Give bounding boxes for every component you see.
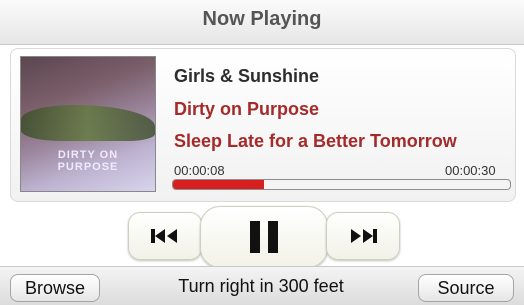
navigation-instruction: Turn right in 300 feet	[178, 276, 344, 296]
pause-icon	[250, 221, 278, 253]
next-track-icon	[351, 229, 377, 243]
browse-button[interactable]: Browse	[10, 274, 100, 302]
next-track-button[interactable]	[326, 212, 400, 260]
source-button[interactable]: Source	[418, 274, 514, 302]
track-album: Dirty on Purpose	[174, 99, 320, 119]
total-time: 00:00:30	[445, 163, 496, 178]
previous-track-button[interactable]	[128, 212, 202, 260]
album-art-caption: DIRTY ON PURPOSE	[57, 149, 119, 173]
track-artist: Girls & Sunshine	[174, 66, 320, 86]
previous-track-icon	[151, 229, 177, 243]
page-title: Now Playing	[202, 8, 322, 30]
album-art-foliage	[21, 105, 155, 141]
progress-fill	[173, 180, 264, 189]
elapsed-time: 00:00:08	[174, 163, 225, 178]
pause-button[interactable]	[200, 206, 328, 268]
header-bar: Now Playing	[0, 0, 524, 45]
album-art: DIRTY ON PURPOSE	[20, 56, 156, 192]
track-title: Sleep Late for a Better Tomorrow	[174, 131, 457, 151]
playback-controls	[0, 206, 524, 268]
progress-bar[interactable]	[172, 179, 511, 190]
